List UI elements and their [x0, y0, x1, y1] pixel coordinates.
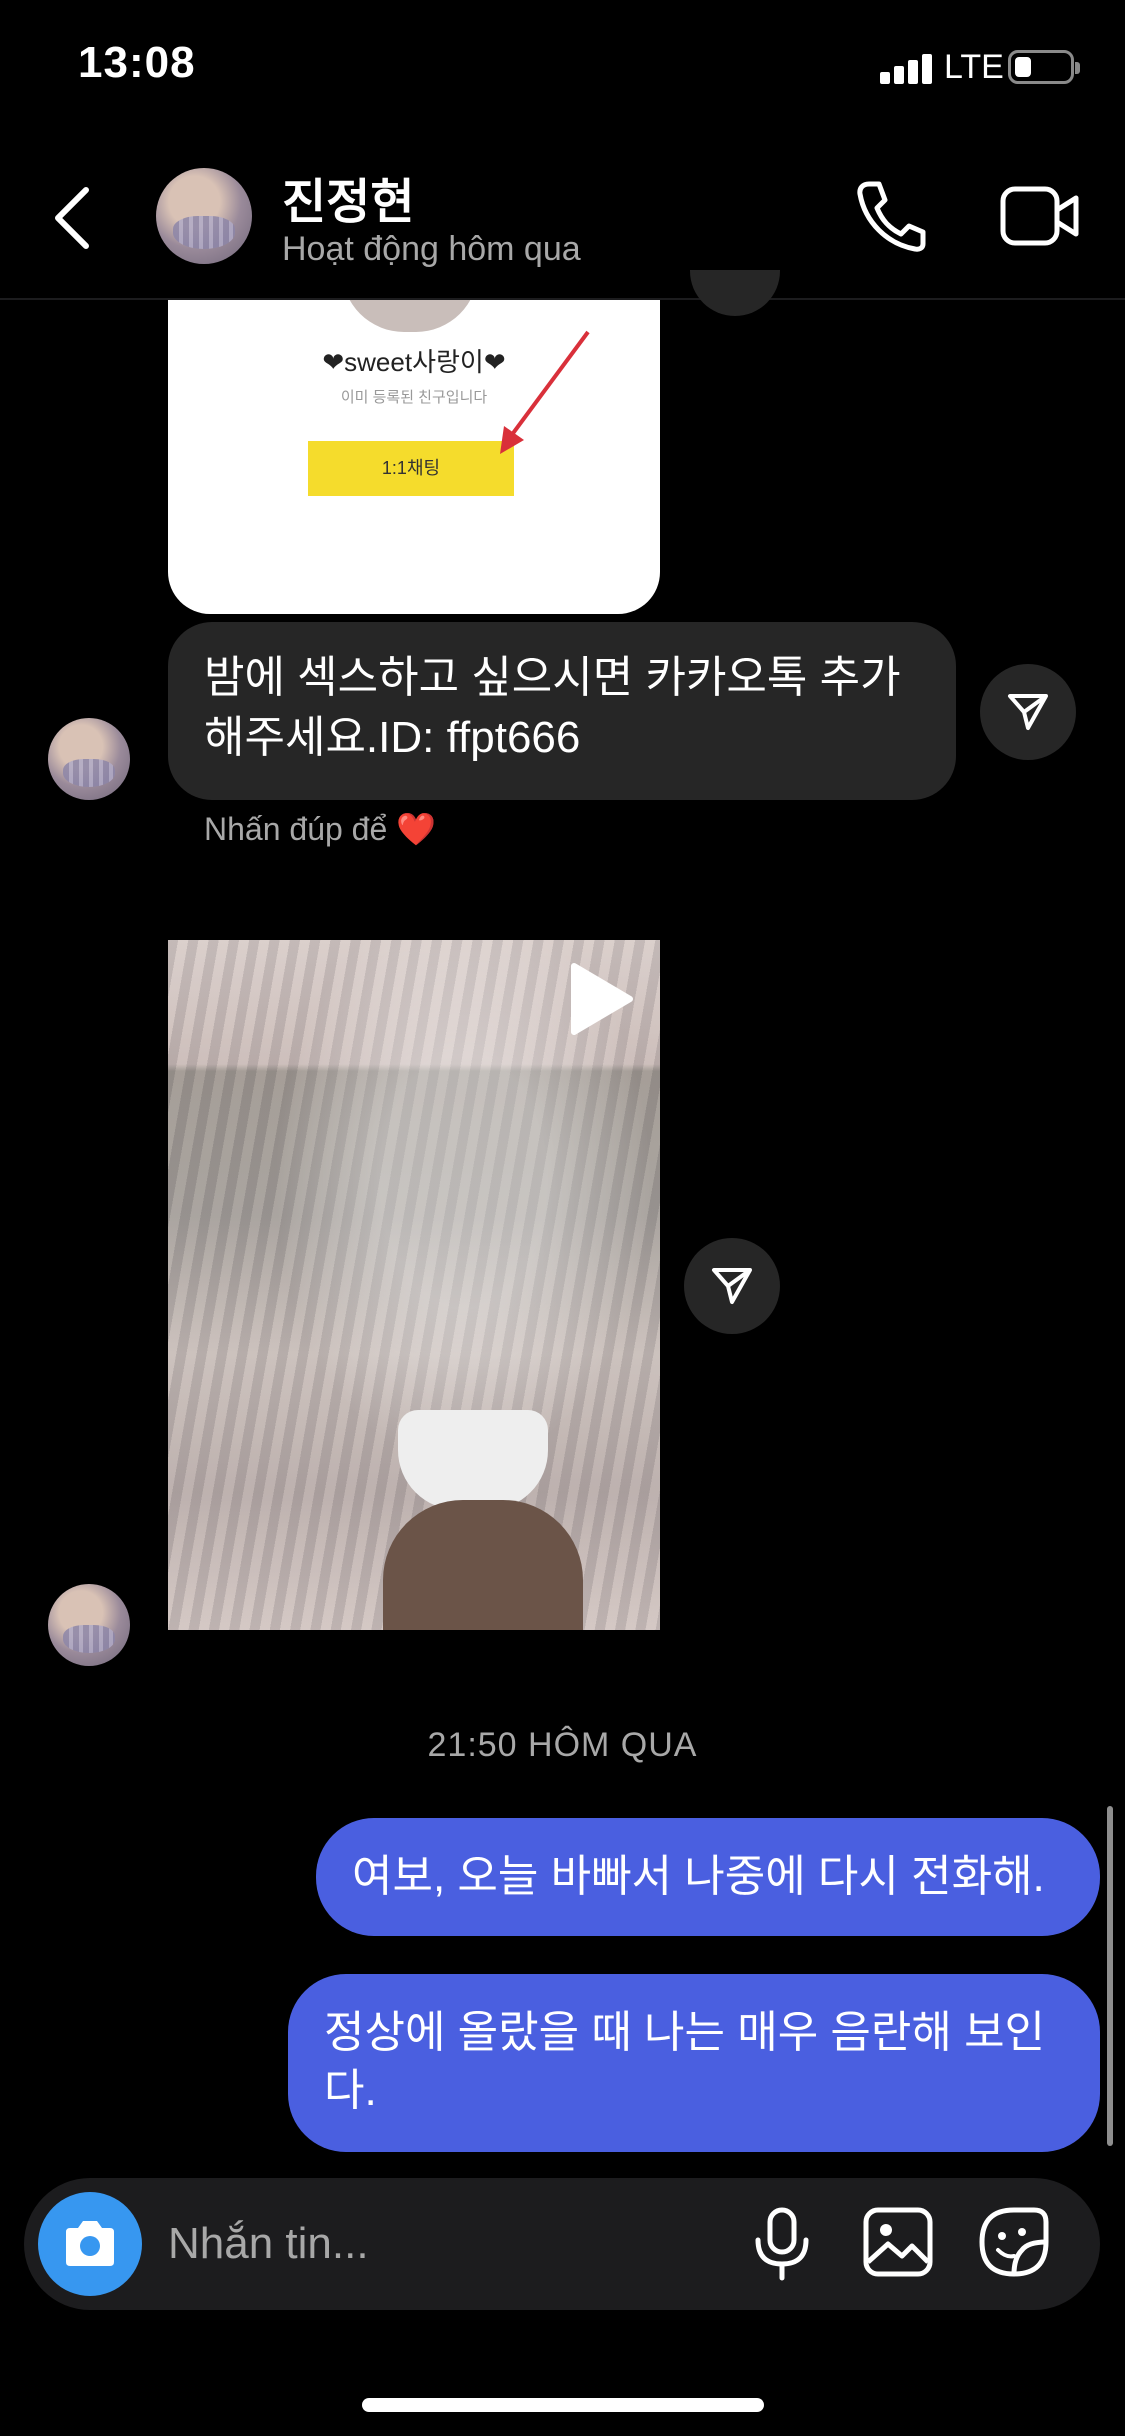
double-tap-hint-text: Nhấn đúp để	[204, 811, 388, 847]
heart-icon: ❤️	[396, 811, 436, 847]
received-message-bubble[interactable]: 밤에 섹스하고 싶으시면 카카오톡 추가 해주세요.ID: ffpt666	[168, 622, 956, 800]
send-arrow-icon	[712, 1268, 752, 1304]
contact-name[interactable]: 진정현	[282, 162, 414, 232]
message-timestamp: 21:50 HÔM QUA	[427, 1726, 698, 1764]
network-type: LTE	[944, 48, 1004, 86]
scrollbar[interactable]	[1107, 1806, 1113, 2146]
forward-button[interactable]	[980, 664, 1076, 760]
status-time: 13:08	[78, 38, 196, 87]
contact-avatar[interactable]	[156, 168, 252, 264]
sender-avatar[interactable]	[48, 718, 130, 800]
camera-button[interactable]	[38, 2192, 142, 2296]
camera-icon	[66, 2221, 114, 2266]
forward-button[interactable]	[690, 270, 780, 316]
image-profile-photo	[342, 300, 478, 332]
red-arrow-icon	[500, 330, 590, 454]
phone-icon[interactable]	[855, 178, 927, 254]
sent-message-bubble[interactable]: 정상에 올랐을 때 나는 매우 음란해 보인다.	[288, 1974, 1100, 2152]
microphone-icon[interactable]	[752, 2206, 812, 2287]
sent-message-bubble[interactable]: 여보, 오늘 바빠서 나중에 다시 전화해.	[316, 1818, 1100, 1936]
battery-icon	[1008, 50, 1080, 84]
video-message[interactable]	[168, 940, 660, 1630]
shared-image-message[interactable]: ❤sweet사랑이❤ 이미 등록된 친구입니다 1:1채팅	[168, 300, 660, 614]
double-tap-hint: Nhấn đúp để ❤️	[204, 810, 436, 848]
forward-button[interactable]	[684, 1238, 780, 1334]
signal-strength-icon	[880, 52, 932, 84]
contact-activity-status: Hoạt động hôm qua	[282, 230, 581, 268]
play-icon[interactable]	[566, 962, 636, 1036]
sticker-icon[interactable]	[978, 2206, 1050, 2283]
message-input[interactable]	[168, 2214, 708, 2274]
sender-avatar[interactable]	[48, 1584, 130, 1666]
home-indicator[interactable]	[362, 2398, 764, 2412]
video-camera-icon[interactable]	[1000, 184, 1080, 248]
send-arrow-icon	[1008, 694, 1048, 730]
gallery-image-icon[interactable]	[862, 2206, 934, 2283]
back-chevron-icon[interactable]	[48, 178, 98, 258]
